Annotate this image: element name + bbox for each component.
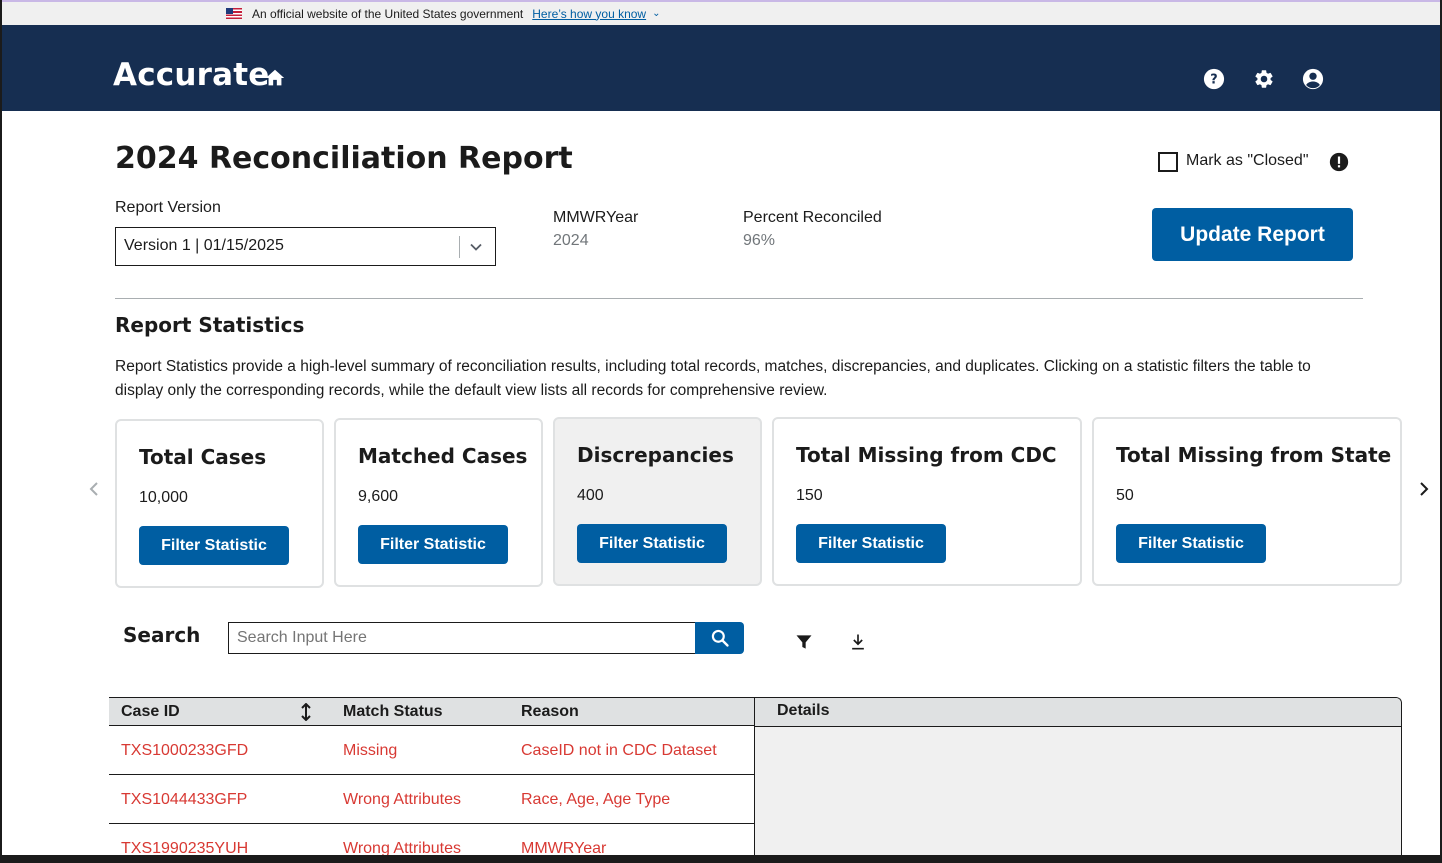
- home-icon[interactable]: [264, 67, 286, 89]
- filter-statistic-button[interactable]: Filter Statistic: [1116, 524, 1266, 563]
- filter-statistic-button[interactable]: Filter Statistic: [796, 524, 946, 563]
- stat-card-discrepancies[interactable]: Discrepancies 400 Filter Statistic: [553, 417, 762, 586]
- search-button[interactable]: [695, 622, 744, 654]
- stat-card-value: 50: [1116, 487, 1134, 504]
- table-row[interactable]: TXS1044433GFP Wrong Attributes Race, Age…: [109, 775, 754, 824]
- match-status-cell: Missing: [343, 742, 398, 759]
- table-row[interactable]: TXS1990235YUH Wrong Attributes MMWRYear: [109, 824, 754, 857]
- stat-card-title: Total Missing from CDC: [796, 443, 1057, 467]
- filter-funnel-icon[interactable]: [794, 632, 814, 652]
- report-version-value: Version 1 | 01/15/2025: [124, 237, 284, 254]
- filter-statistic-button[interactable]: Filter Statistic: [358, 525, 508, 564]
- stat-card-value: 10,000: [139, 489, 188, 506]
- reason-cell: Race, Age, Age Type: [521, 791, 671, 808]
- mark-closed-checkbox[interactable]: [1158, 152, 1178, 172]
- table-header: Case ID Match Status Reason: [109, 697, 754, 726]
- column-header-case-id[interactable]: Case ID: [121, 703, 180, 721]
- filter-statistic-button[interactable]: Filter Statistic: [139, 526, 289, 565]
- window-bottom-edge: [0, 855, 1442, 863]
- stat-card-value: 9,600: [358, 488, 399, 505]
- report-version-select[interactable]: Version 1 | 01/15/2025: [115, 227, 496, 266]
- results-table: Case ID Match Status Reason TXS1000233GF…: [109, 697, 754, 857]
- report-version-label: Report Version: [115, 199, 221, 216]
- percent-reconciled-label: Percent Reconciled: [743, 209, 882, 226]
- mmwr-year-label: MMWRYear: [553, 209, 639, 226]
- match-status-cell: Wrong Attributes: [343, 791, 461, 808]
- svg-text:?: ?: [1210, 73, 1217, 88]
- search-icon: [711, 629, 729, 647]
- mmwr-year-value: 2024: [553, 232, 589, 249]
- details-panel: Details: [754, 697, 1402, 863]
- percent-reconciled-value: 96%: [743, 232, 776, 249]
- case-id-cell[interactable]: TXS1044433GFP: [121, 791, 247, 809]
- select-divider: [459, 236, 460, 258]
- column-header-match-status: Match Status: [343, 703, 443, 720]
- table-row[interactable]: TXS1000233GFD Missing CaseID not in CDC …: [109, 726, 754, 775]
- section-divider: [115, 298, 1363, 299]
- stat-card-title: Matched Cases: [358, 444, 528, 468]
- us-flag-icon: [226, 8, 242, 19]
- column-header-reason: Reason: [521, 703, 579, 720]
- mark-closed-label[interactable]: Mark as "Closed": [1186, 152, 1309, 170]
- stat-card-missing-from-state[interactable]: Total Missing from State 50 Filter Stati…: [1092, 417, 1402, 586]
- page-title: 2024 Reconciliation Report: [115, 141, 573, 176]
- help-icon[interactable]: ?: [1203, 68, 1225, 90]
- update-report-button[interactable]: Update Report: [1152, 208, 1353, 261]
- search-input[interactable]: [228, 622, 696, 654]
- site-header: Accurate ?: [2, 25, 1440, 111]
- stat-card-matched-cases[interactable]: Matched Cases 9,600 Filter Statistic: [334, 418, 543, 587]
- chevron-right-icon[interactable]: [1416, 480, 1432, 498]
- chevron-down-icon[interactable]: ⌄: [652, 8, 660, 19]
- search-label: Search: [123, 623, 201, 647]
- case-id-cell[interactable]: TXS1000233GFD: [121, 742, 248, 760]
- stat-card-value: 400: [577, 487, 604, 504]
- account-circle-icon[interactable]: [1302, 68, 1324, 90]
- details-header: Details: [755, 698, 1401, 727]
- stat-card-missing-from-cdc[interactable]: Total Missing from CDC 150 Filter Statis…: [772, 417, 1082, 586]
- chevron-down-icon[interactable]: [468, 239, 484, 255]
- stat-card-title: Discrepancies: [577, 443, 734, 467]
- banner-text: An official website of the United States…: [252, 6, 524, 21]
- report-statistics-heading: Report Statistics: [115, 313, 305, 337]
- stat-card-title: Total Missing from State: [1116, 443, 1392, 467]
- report-statistics-description: Report Statistics provide a high-level s…: [115, 358, 1311, 399]
- settings-gear-icon[interactable]: [1253, 68, 1275, 90]
- gov-banner: An official website of the United States…: [2, 0, 1440, 25]
- chevron-left-icon[interactable]: [86, 480, 102, 498]
- sort-arrows-icon[interactable]: [299, 703, 313, 721]
- details-title: Details: [777, 702, 830, 719]
- stat-card-total-cases[interactable]: Total Cases 10,000 Filter Statistic: [115, 419, 324, 588]
- alert-info-icon[interactable]: [1328, 151, 1350, 173]
- brand-title[interactable]: Accurate: [113, 57, 269, 93]
- stat-card-title: Total Cases: [139, 445, 267, 469]
- stat-card-value: 150: [796, 487, 823, 504]
- download-icon[interactable]: [848, 632, 868, 652]
- reason-cell: CaseID not in CDC Dataset: [521, 742, 717, 759]
- heres-how-you-know-link[interactable]: Here’s how you know: [532, 7, 646, 21]
- filter-statistic-button[interactable]: Filter Statistic: [577, 524, 727, 563]
